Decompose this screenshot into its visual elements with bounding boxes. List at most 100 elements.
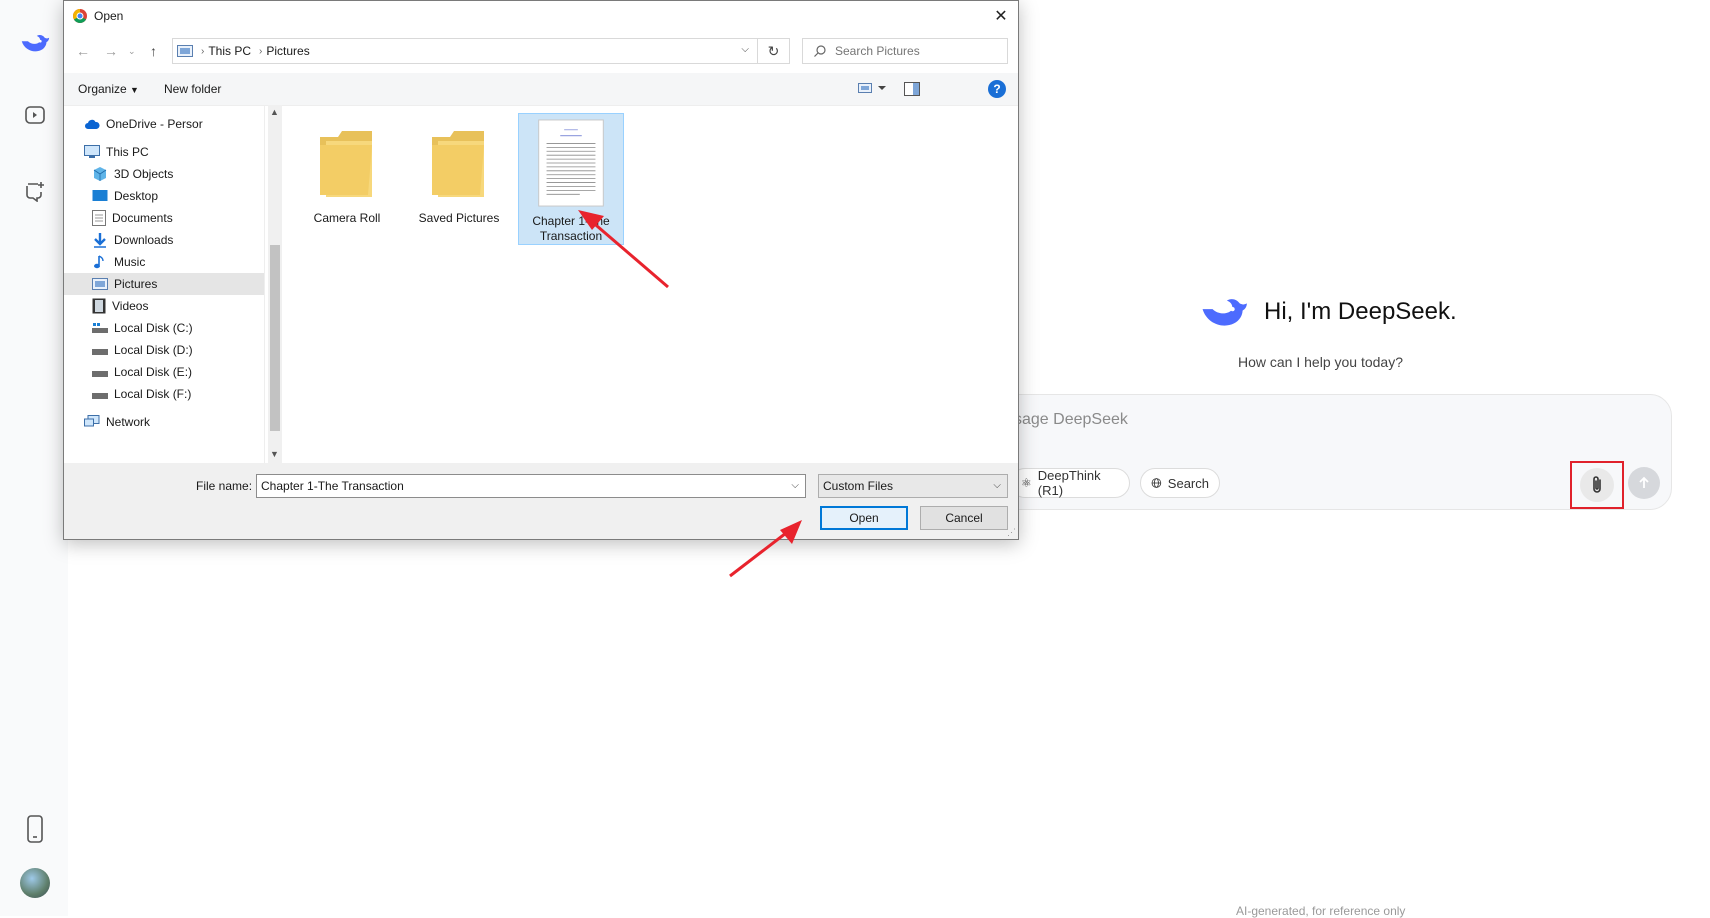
file-label: Chapter 1-The Transaction (532, 214, 610, 243)
deepthink-icon: ⚛ (1021, 476, 1032, 490)
open-button[interactable]: Open (820, 506, 908, 530)
send-button[interactable] (1628, 467, 1660, 499)
tree-label: Pictures (114, 277, 158, 291)
tree-item-desktop[interactable]: Desktop (92, 185, 158, 207)
tree-item-videos[interactable]: Videos (92, 295, 148, 317)
search-button[interactable]: Search (1140, 468, 1220, 498)
computer-icon (84, 145, 100, 158)
tree-item-documents[interactable]: Documents (92, 207, 173, 229)
deepseek-logo-icon[interactable] (20, 28, 50, 58)
desktop-icon (92, 190, 108, 201)
chevron-right-icon: › (259, 45, 263, 57)
tree-item-disk-d[interactable]: Local Disk (D:) (92, 339, 193, 361)
tree-item-downloads[interactable]: Downloads (92, 229, 173, 251)
tree-label: Documents (112, 211, 173, 225)
network-icon (84, 415, 100, 427)
navigation-scrollbar[interactable]: ▲ ▼ (268, 105, 282, 463)
chevron-down-icon: ⌵ (993, 480, 1001, 491)
tree-label: 3D Objects (114, 167, 174, 181)
tree-item-pictures[interactable]: Pictures (64, 273, 264, 295)
view-options-icon[interactable] (858, 81, 888, 98)
organize-menu[interactable]: Organize ▼ (78, 82, 139, 96)
scroll-up-icon[interactable]: ▲ (270, 107, 279, 117)
up-arrow-icon[interactable]: ↑ (150, 43, 157, 59)
document-thumbnail-icon (538, 119, 604, 207)
deepseek-sidebar (0, 0, 68, 916)
tree-item-this-pc[interactable]: This PC (84, 141, 149, 163)
recent-locations-icon[interactable]: ⌄ (128, 46, 136, 57)
user-avatar[interactable] (20, 868, 50, 898)
dialog-titlebar[interactable]: Open ✕ (64, 1, 1018, 31)
breadcrumb-pictures[interactable]: Pictures (266, 44, 309, 58)
tree-item-disk-c[interactable]: Local Disk (C:) (92, 317, 193, 339)
new-chat-icon[interactable] (20, 176, 50, 206)
file-type-value: Custom Files (823, 479, 894, 493)
file-item-camera-roll[interactable]: Camera Roll (294, 113, 400, 243)
tree-label: Downloads (114, 233, 174, 247)
refresh-icon[interactable]: ↻ (758, 38, 790, 64)
file-item-chapter-1[interactable]: Chapter 1-The Transaction (518, 113, 624, 245)
attach-file-highlight[interactable] (1570, 461, 1624, 509)
tree-label: Local Disk (F:) (114, 387, 192, 401)
music-icon (94, 255, 104, 269)
help-icon[interactable]: ? (988, 80, 1006, 98)
tree-label: OneDrive - Persor (106, 117, 203, 131)
file-label: Saved Pictures (418, 211, 500, 225)
address-bar[interactable]: › This PC › Pictures ⌵ (172, 38, 758, 64)
cancel-button[interactable]: Cancel (920, 506, 1008, 530)
deepseek-hero: Hi, I'm DeepSeek. (1198, 292, 1457, 332)
scrollbar-thumb[interactable] (270, 245, 280, 431)
new-folder-button[interactable]: New folder (164, 82, 221, 96)
caret-down-icon: ▼ (130, 85, 139, 95)
file-label: Camera Roll (313, 211, 381, 225)
chevron-right-icon: › (201, 45, 205, 57)
tree-label: Network (106, 415, 151, 429)
deepseek-whale-icon (1202, 299, 1247, 326)
folder-icon (320, 131, 372, 197)
tree-label: Local Disk (E:) (114, 365, 193, 379)
tree-item-3d-objects[interactable]: 3D Objects (92, 163, 173, 185)
search-box[interactable] (802, 38, 1008, 64)
deepthink-label: DeepThink (R1) (1037, 468, 1101, 498)
deepthink-button[interactable]: ⚛ DeepThink (R1) (1010, 468, 1130, 498)
breadcrumb-this-pc[interactable]: This PC (208, 44, 251, 58)
tree-item-network[interactable]: Network (84, 411, 150, 433)
chevron-down-icon[interactable]: ⌵ (791, 480, 799, 491)
message-input-placeholder[interactable]: ssage DeepSeek (1006, 411, 1128, 429)
tree-item-disk-e[interactable]: Local Disk (E:) (92, 361, 192, 383)
cloud-icon (85, 119, 100, 129)
back-arrow-icon[interactable]: ← (76, 43, 90, 59)
file-type-select[interactable]: Custom Files ⌵ (818, 474, 1008, 498)
folder-icon (432, 131, 484, 197)
pictures-folder-icon (177, 45, 193, 57)
attach-file-button[interactable] (1580, 468, 1614, 502)
preview-pane-icon[interactable] (904, 82, 920, 99)
organize-label: Organize (78, 82, 127, 96)
file-name-value: Chapter 1-The Transaction (261, 479, 404, 493)
file-name-input[interactable]: Chapter 1-The Transaction ⌵ (256, 474, 806, 498)
dialog-title: Open (94, 9, 124, 23)
tree-item-music[interactable]: Music (92, 251, 145, 273)
film-icon (92, 298, 106, 314)
tree-label: This PC (106, 145, 149, 159)
forward-arrow-icon[interactable]: → (104, 43, 118, 59)
download-icon (94, 233, 106, 248)
navigation-pane: OneDrive - Persor This PC 3D Objects Des… (64, 105, 265, 463)
tree-item-onedrive[interactable]: OneDrive - Persor (84, 113, 203, 135)
navigation-bar: ← → ⌄ ↑ › This PC › Pictures ⌵ ↻ (64, 35, 1018, 67)
mobile-app-icon[interactable] (20, 814, 50, 844)
resize-grip-icon[interactable]: ⋰ (1007, 527, 1016, 538)
search-input[interactable] (833, 43, 997, 59)
disk-icon (92, 371, 108, 377)
file-item-saved-pictures[interactable]: Saved Pictures (406, 113, 512, 243)
open-file-dialog: Open ✕ ← → ⌄ ↑ › This PC › Pictures ⌵ ↻ … (63, 0, 1019, 540)
dialog-toolbar: Organize ▼ New folder ? (64, 73, 1018, 106)
disk-icon (92, 323, 108, 333)
tree-item-disk-f[interactable]: Local Disk (F:) (92, 383, 191, 405)
close-icon[interactable]: ✕ (992, 7, 1010, 25)
scroll-down-icon[interactable]: ▼ (270, 449, 279, 459)
sidebar-toggle-icon[interactable] (20, 100, 50, 130)
chevron-down-icon[interactable]: ⌵ (741, 44, 749, 55)
disk-icon (92, 349, 108, 355)
greeting-subtitle: How can I help you today? (1238, 354, 1403, 370)
